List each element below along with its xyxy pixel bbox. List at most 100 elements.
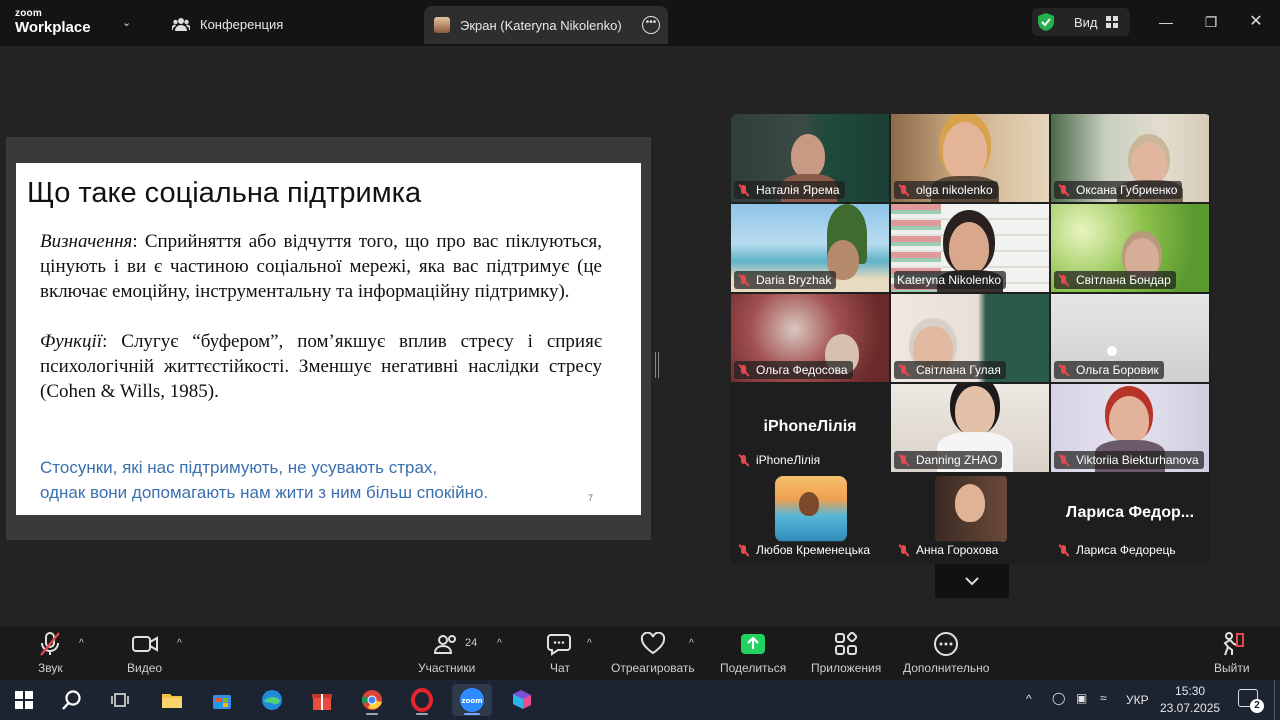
avatar xyxy=(434,17,450,33)
participant-tile[interactable]: Анна Горохова xyxy=(891,474,1049,562)
audio-button[interactable]: Звук xyxy=(38,630,63,675)
m365-button[interactable] xyxy=(502,684,542,716)
participant-name: Наталія Ярема xyxy=(734,181,845,199)
participants-options-caret[interactable]: ^ xyxy=(497,638,502,649)
webcam-tray-icon[interactable]: ◯ xyxy=(1052,691,1065,705)
tab-screen-label: Экран (Kateryna Nikolenko) xyxy=(460,17,622,33)
tab-conference-label: Конференция xyxy=(200,16,284,32)
minimize-icon[interactable]: — xyxy=(1154,10,1178,34)
tab-conference[interactable]: Конференция xyxy=(172,13,283,35)
participant-tile[interactable]: Daria Bryzhak xyxy=(731,204,889,292)
more-options-icon[interactable]: ••• xyxy=(642,16,660,34)
grid-icon xyxy=(1105,16,1118,28)
chrome-button[interactable] xyxy=(352,684,392,716)
audio-options-caret[interactable]: ^ xyxy=(79,638,84,649)
participant-tile[interactable]: Наталія Ярема xyxy=(731,114,889,202)
zoom-app-button[interactable]: zoom xyxy=(452,684,492,716)
chat-options-caret[interactable]: ^ xyxy=(587,638,592,649)
share-icon xyxy=(741,634,766,654)
react-options-caret[interactable]: ^ xyxy=(689,638,694,649)
search-button[interactable] xyxy=(52,684,92,716)
participant-tile[interactable]: olga nikolenko xyxy=(891,114,1049,202)
slide-definition: Визначення: Сприйняття або відчуття того… xyxy=(40,231,602,302)
more-button[interactable]: Дополнительно xyxy=(903,630,989,675)
participant-name: Danning ZHAO xyxy=(894,451,1003,469)
opera-button[interactable] xyxy=(402,684,442,716)
participant-name: Світлана Бондар xyxy=(1054,271,1176,289)
task-view-button[interactable] xyxy=(100,684,140,716)
tab-screen-share[interactable]: Экран (Kateryna Nikolenko) ••• xyxy=(424,6,668,44)
gift-app-button[interactable] xyxy=(302,684,342,716)
store-button[interactable] xyxy=(202,684,242,716)
shield-icon xyxy=(1038,13,1054,31)
participant-tile[interactable]: iPhoneЛілія iPhoneЛілія xyxy=(731,384,889,472)
task-view-icon xyxy=(111,693,129,707)
language-indicator[interactable]: УКР xyxy=(1126,693,1149,707)
show-desktop-button[interactable] xyxy=(1274,680,1275,720)
monitor-tray-icon[interactable]: ▣ xyxy=(1076,691,1087,705)
leave-icon xyxy=(1223,632,1244,656)
apps-button[interactable]: Приложения xyxy=(811,630,881,675)
participant-name: Любов Кременецька xyxy=(734,541,876,559)
start-button[interactable] xyxy=(4,684,44,716)
running-indicator xyxy=(464,713,480,715)
mic-muted-icon xyxy=(1057,274,1070,287)
mic-muted-icon xyxy=(897,184,910,197)
share-button[interactable]: Поделиться xyxy=(720,630,786,675)
slide-title: Що таке соціальна підтримка xyxy=(27,177,422,209)
participant-name: Ольга Федосова xyxy=(734,361,853,379)
video-options-caret[interactable]: ^ xyxy=(177,638,182,649)
clock[interactable]: 15:30 23.07.2025 xyxy=(1160,683,1220,717)
edge-icon xyxy=(262,690,282,710)
windows-icon xyxy=(15,691,33,709)
participant-tile[interactable]: Ольга Боровик xyxy=(1051,294,1209,382)
leave-button[interactable]: Выйти xyxy=(1214,630,1250,675)
zoom-icon: zoom xyxy=(460,688,484,712)
close-icon[interactable]: ✕ xyxy=(1244,10,1268,34)
heart-icon xyxy=(640,632,665,655)
gallery-next-page-button[interactable] xyxy=(935,564,1009,598)
resize-handle[interactable] xyxy=(655,352,659,378)
participant-name: Viktoriia Biekturhanova xyxy=(1054,451,1204,469)
participant-name: Ольга Боровик xyxy=(1054,361,1164,379)
video-button[interactable]: Видео xyxy=(127,630,162,675)
participant-display-name: Лариса Федор... xyxy=(1065,504,1195,521)
file-explorer-button[interactable] xyxy=(152,684,192,716)
participant-tile[interactable]: Любов Кременецька xyxy=(731,474,889,562)
restore-icon[interactable]: ❐ xyxy=(1199,10,1223,34)
mic-muted-icon xyxy=(737,364,750,377)
participant-tile[interactable]: Світлана Бондар xyxy=(1051,204,1209,292)
participant-tile[interactable]: Kateryna Nikolenko xyxy=(891,204,1049,292)
zoom-logo[interactable]: zoom Workplace xyxy=(15,9,91,36)
participant-tile[interactable]: Ольга Федосова xyxy=(731,294,889,382)
participant-tile[interactable]: Світлана Гулая xyxy=(891,294,1049,382)
slide-functions: Функції: Слугує “буфером”, пом’якшує впл… xyxy=(40,331,602,402)
more-icon xyxy=(934,632,959,656)
running-indicator xyxy=(366,713,378,715)
react-button[interactable]: Отреагировать xyxy=(611,630,695,675)
chat-icon xyxy=(547,634,571,656)
mic-muted-icon xyxy=(1057,454,1070,467)
slide-page-number: 7 xyxy=(588,493,594,503)
meeting-area: Що таке соціальна підтримка Визначення: … xyxy=(0,46,1280,626)
edge-button[interactable] xyxy=(252,684,292,716)
chrome-icon xyxy=(362,690,382,710)
chat-button[interactable]: Чат xyxy=(547,630,573,675)
participant-name: Kateryna Nikolenko xyxy=(894,271,1007,289)
chevron-down-icon xyxy=(965,577,979,586)
camera-icon xyxy=(131,636,158,652)
mic-muted-icon xyxy=(737,454,750,467)
mic-muted-icon xyxy=(737,274,750,287)
participant-tile[interactable]: Viktoriia Biekturhanova xyxy=(1051,384,1209,472)
participant-tile-active-speaker[interactable]: Danning ZHAO xyxy=(891,384,1049,472)
chevron-down-icon[interactable]: ⌄ xyxy=(122,16,131,29)
mic-muted-icon xyxy=(1057,184,1070,197)
participant-tile[interactable]: Лариса Федор... Лариса Федорець xyxy=(1051,474,1209,562)
mic-muted-icon xyxy=(897,454,910,467)
mic-muted-icon xyxy=(897,364,910,377)
shared-screen[interactable]: Що таке соціальна підтримка Визначення: … xyxy=(6,137,651,540)
view-button[interactable]: Вид xyxy=(1032,8,1130,36)
participant-name: Анна Горохова xyxy=(894,541,1004,559)
tray-chevron-icon[interactable]: ^ xyxy=(1026,692,1032,706)
participant-tile[interactable]: Оксана Губриенко xyxy=(1051,114,1209,202)
